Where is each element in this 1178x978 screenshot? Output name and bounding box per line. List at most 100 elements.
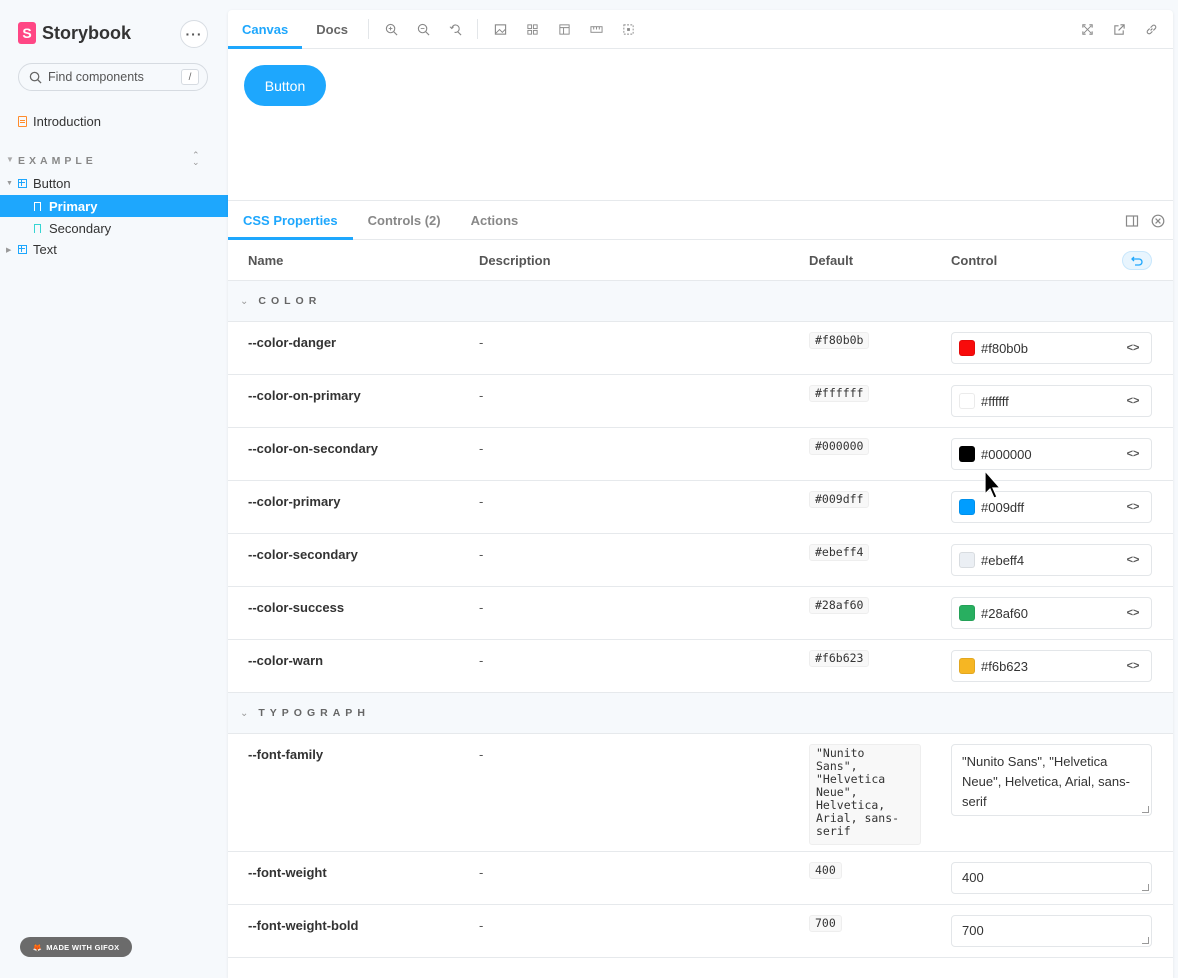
- sidebar-item-button[interactable]: ▼ Button: [6, 176, 71, 191]
- color-input[interactable]: #f6b623 <>: [951, 650, 1152, 682]
- property-name: --font-weight: [248, 865, 327, 880]
- text-input[interactable]: 700: [951, 915, 1152, 947]
- sidebar-group-title[interactable]: EXAMPLE: [18, 155, 97, 167]
- component-icon: [18, 245, 27, 254]
- close-icon[interactable]: [1151, 214, 1165, 228]
- tab-canvas[interactable]: Canvas: [228, 10, 303, 49]
- brand-name: Storybook: [42, 22, 132, 43]
- toolbar-divider: [477, 19, 479, 39]
- property-description: -: [479, 653, 484, 668]
- code-icon[interactable]: <>: [1123, 342, 1143, 354]
- reset-icon: [1131, 256, 1143, 266]
- sidebar-item-primary[interactable]: Primary: [0, 195, 228, 217]
- preview-button[interactable]: Button: [244, 65, 326, 106]
- property-description: -: [479, 388, 484, 403]
- color-value: #28af60: [981, 605, 1028, 621]
- gifox-label: MADE WITH GIFOX: [46, 942, 120, 952]
- search-icon: [29, 71, 42, 84]
- property-default: #f6b623: [809, 650, 870, 667]
- code-icon[interactable]: <>: [1123, 607, 1143, 619]
- toolbar: Canvas Docs: [228, 10, 1173, 49]
- tab-actions[interactable]: Actions: [456, 201, 534, 239]
- color-swatch[interactable]: [959, 499, 975, 515]
- color-swatch[interactable]: [959, 552, 975, 568]
- color-input[interactable]: #ebeff4 <>: [951, 544, 1152, 576]
- grid-icon[interactable]: [516, 10, 548, 48]
- panel-icon[interactable]: [1125, 214, 1139, 228]
- sidebar-item-introduction[interactable]: Introduction: [18, 114, 101, 129]
- text-input[interactable]: 400: [951, 862, 1152, 894]
- chevron-down-icon: ⌄: [240, 295, 249, 307]
- code-icon[interactable]: <>: [1123, 554, 1143, 566]
- property-name: --font-weight-bold: [248, 918, 359, 933]
- expand-collapse-icon[interactable]: ⌃ ⌄: [192, 151, 200, 167]
- chevron-down-icon: ⌄: [240, 707, 249, 719]
- fullscreen-icon[interactable]: [1071, 10, 1103, 49]
- code-icon[interactable]: <>: [1123, 660, 1143, 672]
- sidebar-item-text[interactable]: ▶ Text: [6, 242, 57, 257]
- tab-controls[interactable]: Controls (2): [353, 201, 456, 239]
- mouse-cursor-icon: [984, 470, 1002, 499]
- column-header-description: Description: [479, 253, 551, 268]
- table-row: --color-warn - #f6b623 #f6b623 <>: [228, 640, 1173, 693]
- property-description: -: [479, 547, 484, 562]
- outline-icon[interactable]: [548, 10, 580, 48]
- more-options-button[interactable]: ···: [180, 20, 208, 48]
- property-default: #000000: [809, 438, 870, 455]
- property-description: -: [479, 747, 484, 762]
- property-default: #ebeff4: [809, 544, 870, 561]
- property-default: #ffffff: [809, 385, 870, 402]
- code-icon[interactable]: <>: [1123, 395, 1143, 407]
- zoom-out-icon[interactable]: [407, 10, 439, 48]
- column-header-name: Name: [248, 253, 284, 268]
- zoom-in-icon[interactable]: [375, 10, 407, 48]
- resize-handle-icon[interactable]: [1142, 806, 1149, 813]
- tab-docs[interactable]: Docs: [302, 10, 362, 48]
- color-swatch[interactable]: [959, 658, 975, 674]
- color-swatch[interactable]: [959, 446, 975, 462]
- property-description: -: [479, 918, 484, 933]
- reset-button[interactable]: [1122, 251, 1152, 270]
- section-color[interactable]: ⌄ COLOR: [228, 281, 1173, 322]
- property-default: 700: [809, 915, 842, 932]
- property-name: --color-danger: [248, 335, 337, 350]
- table-row: --font-weight-bold - 700 700: [228, 905, 1173, 958]
- search-input[interactable]: Find components /: [18, 63, 208, 91]
- color-input[interactable]: #f80b0b <>: [951, 332, 1152, 364]
- resize-handle-icon[interactable]: [1142, 937, 1149, 944]
- code-icon[interactable]: <>: [1123, 501, 1143, 513]
- open-new-icon[interactable]: [1103, 10, 1135, 49]
- resize-handle-icon[interactable]: [1142, 884, 1149, 891]
- color-input[interactable]: #ffffff <>: [951, 385, 1152, 417]
- bookmark-icon: [34, 223, 41, 233]
- tab-css-properties[interactable]: CSS Properties: [228, 201, 353, 240]
- color-swatch[interactable]: [959, 393, 975, 409]
- color-swatch[interactable]: [959, 605, 975, 621]
- code-icon[interactable]: <>: [1123, 448, 1143, 460]
- section-label: COLOR: [258, 295, 322, 307]
- sidebar-item-secondary[interactable]: Secondary: [0, 217, 228, 239]
- table-row: --color-secondary - #ebeff4 #ebeff4 <>: [228, 534, 1173, 587]
- link-icon[interactable]: [1135, 10, 1167, 49]
- sidebar-item-label: Primary: [49, 198, 98, 214]
- addon-panel-tabs: CSS Properties Controls (2) Actions: [228, 200, 1173, 240]
- zoom-reset-icon[interactable]: [439, 10, 471, 48]
- section-typograph[interactable]: ⌄ TYPOGRAPH: [228, 693, 1173, 734]
- table-row: --color-success - #28af60 #28af60 <>: [228, 587, 1173, 640]
- text-input-value: 700: [962, 923, 984, 938]
- color-swatch[interactable]: [959, 340, 975, 356]
- caret-down-icon[interactable]: ▼: [6, 155, 14, 164]
- color-value: #ebeff4: [981, 552, 1025, 568]
- property-default: #f80b0b: [809, 332, 870, 349]
- color-input[interactable]: #009dff <>: [951, 491, 1152, 523]
- property-description: -: [479, 600, 484, 615]
- text-input[interactable]: "Nunito Sans", "Helvetica Neue", Helveti…: [951, 744, 1152, 816]
- viewport-icon[interactable]: [612, 10, 644, 48]
- color-input[interactable]: #000000 <>: [951, 438, 1152, 470]
- color-input[interactable]: #28af60 <>: [951, 597, 1152, 629]
- image-icon[interactable]: [484, 10, 516, 48]
- brand[interactable]: S Storybook: [18, 22, 131, 44]
- measure-icon[interactable]: [580, 10, 612, 48]
- caret-right-icon: ▶: [6, 246, 12, 254]
- text-input-value: 400: [962, 870, 984, 885]
